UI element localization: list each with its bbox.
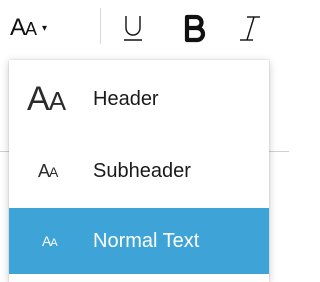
bold-icon: [184, 14, 206, 43]
caret-down-icon: ▾: [42, 22, 48, 34]
menu-item-subheader[interactable]: AA Subheader: [9, 138, 269, 204]
text-size-large-icon: AA: [27, 79, 66, 118]
underline-icon: [124, 16, 142, 41]
menu-item-header[interactable]: AA Header: [9, 66, 269, 132]
text-size-small-icon: AA: [42, 233, 58, 249]
menu-item-normal-text[interactable]: AA Normal Text: [9, 208, 269, 274]
bold-button[interactable]: [175, 0, 215, 56]
editor-stage: AA ▾ AA Header AA Subheader AA Normal Te…: [0, 0, 289, 282]
italic-icon: [240, 16, 260, 41]
text-size-medium-icon: AA: [38, 160, 58, 181]
menu-item-label: Normal Text: [93, 229, 200, 252]
toolbar-divider: [100, 8, 101, 44]
menu-item-label: Header: [93, 87, 159, 110]
text-style-menu: AA Header AA Subheader AA Normal Text: [9, 60, 269, 282]
menu-item-label: Subheader: [93, 159, 191, 182]
formatting-toolbar: AA ▾: [0, 0, 289, 56]
text-style-dropdown-button[interactable]: AA ▾: [10, 0, 80, 56]
text-size-icon: AA: [10, 14, 37, 41]
italic-button[interactable]: [230, 0, 270, 56]
underline-button[interactable]: [113, 0, 153, 56]
